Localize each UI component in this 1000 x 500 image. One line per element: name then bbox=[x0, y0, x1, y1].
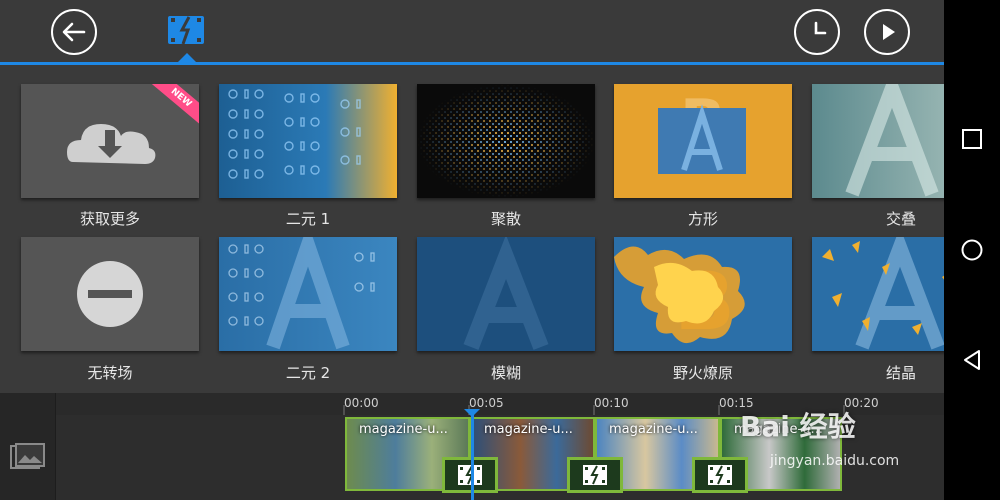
play-button[interactable] bbox=[864, 9, 910, 55]
clock-icon bbox=[814, 21, 827, 35]
tab-indicator bbox=[177, 53, 197, 63]
recents-icon[interactable] bbox=[960, 127, 984, 151]
play-icon bbox=[883, 24, 895, 40]
transition-tile-binary-1[interactable] bbox=[219, 84, 397, 198]
ruler-tick-label: 00:05 bbox=[469, 396, 504, 410]
transition-label: 二元 1 bbox=[285, 210, 331, 228]
transition-icon bbox=[458, 465, 482, 485]
transition-label: 交叠 bbox=[885, 210, 916, 228]
transition-grid: NEW 获取更多 二元 1 聚散 方形 交叠 无转场 二元 2 模糊 野火燎原 … bbox=[0, 65, 944, 393]
binary-digits-preview bbox=[228, 89, 361, 179]
square-preview: B bbox=[658, 87, 746, 174]
timeline-side-panel bbox=[0, 393, 56, 500]
ruler-tick-label: 00:00 bbox=[344, 396, 379, 410]
system-nav-bar bbox=[944, 0, 1000, 500]
back-arrow-icon bbox=[62, 22, 86, 42]
transition-tile-blur[interactable] bbox=[417, 237, 595, 351]
transition-tile-crystal[interactable] bbox=[812, 237, 944, 351]
transition-label: 获取更多 bbox=[79, 210, 140, 228]
clip-title: magazine-u... bbox=[359, 422, 448, 437]
transition-label: 聚散 bbox=[490, 210, 521, 228]
no-entry-icon bbox=[77, 261, 143, 327]
transition-label: 结晶 bbox=[885, 364, 916, 382]
clip-title: magazine-u... bbox=[484, 422, 573, 437]
clip-transition-marker[interactable] bbox=[442, 457, 498, 493]
transition-label: 二元 2 bbox=[285, 364, 331, 382]
transition-label: 野火燎原 bbox=[672, 364, 733, 382]
transition-tile-scatter[interactable] bbox=[417, 84, 595, 198]
ruler-tick-label: 00:10 bbox=[594, 396, 629, 410]
timeline[interactable]: 00:00 00:05 00:10 00:15 00:20 magazine-u… bbox=[0, 393, 944, 500]
transition-label: 方形 bbox=[687, 210, 718, 228]
playhead[interactable] bbox=[471, 411, 474, 500]
transition-label: 无转场 bbox=[87, 364, 133, 382]
transition-tile-square[interactable]: B bbox=[614, 84, 792, 198]
history-button[interactable] bbox=[794, 9, 840, 55]
transition-tile-binary-2[interactable] bbox=[219, 237, 397, 351]
transition-tab-icon[interactable] bbox=[167, 14, 205, 46]
playhead-handle[interactable] bbox=[464, 409, 480, 417]
binary-a-preview bbox=[228, 237, 375, 350]
crystal-preview bbox=[822, 237, 944, 350]
transition-tile-none[interactable] bbox=[21, 237, 199, 351]
back-nav-icon[interactable] bbox=[960, 348, 984, 372]
transition-icon bbox=[583, 465, 607, 485]
blur-preview bbox=[463, 237, 549, 350]
clip-transition-marker[interactable] bbox=[692, 457, 748, 493]
transition-tile-wildfire[interactable]: B bbox=[614, 237, 792, 351]
overlap-preview bbox=[845, 84, 939, 197]
transition-label: 模糊 bbox=[490, 364, 521, 382]
transition-icon bbox=[708, 465, 732, 485]
clip-transition-marker[interactable] bbox=[567, 457, 623, 493]
home-icon[interactable] bbox=[960, 238, 984, 262]
top-bar bbox=[0, 0, 944, 65]
watermark: Bai 经验 bbox=[740, 410, 856, 443]
watermark-url: jingyan.baidu.com bbox=[770, 453, 900, 469]
wildfire-preview: B bbox=[614, 246, 745, 348]
clip-title: magazine-u... bbox=[609, 422, 698, 437]
media-library-icon[interactable] bbox=[10, 443, 46, 471]
app-root: NEW 获取更多 二元 1 聚散 方形 交叠 无转场 二元 2 模糊 野火燎原 … bbox=[0, 0, 1000, 500]
transition-tile-overlap[interactable] bbox=[812, 84, 944, 198]
back-button[interactable] bbox=[51, 9, 97, 55]
particles-preview bbox=[417, 84, 595, 198]
transition-tile-get-more[interactable]: NEW bbox=[21, 84, 199, 198]
